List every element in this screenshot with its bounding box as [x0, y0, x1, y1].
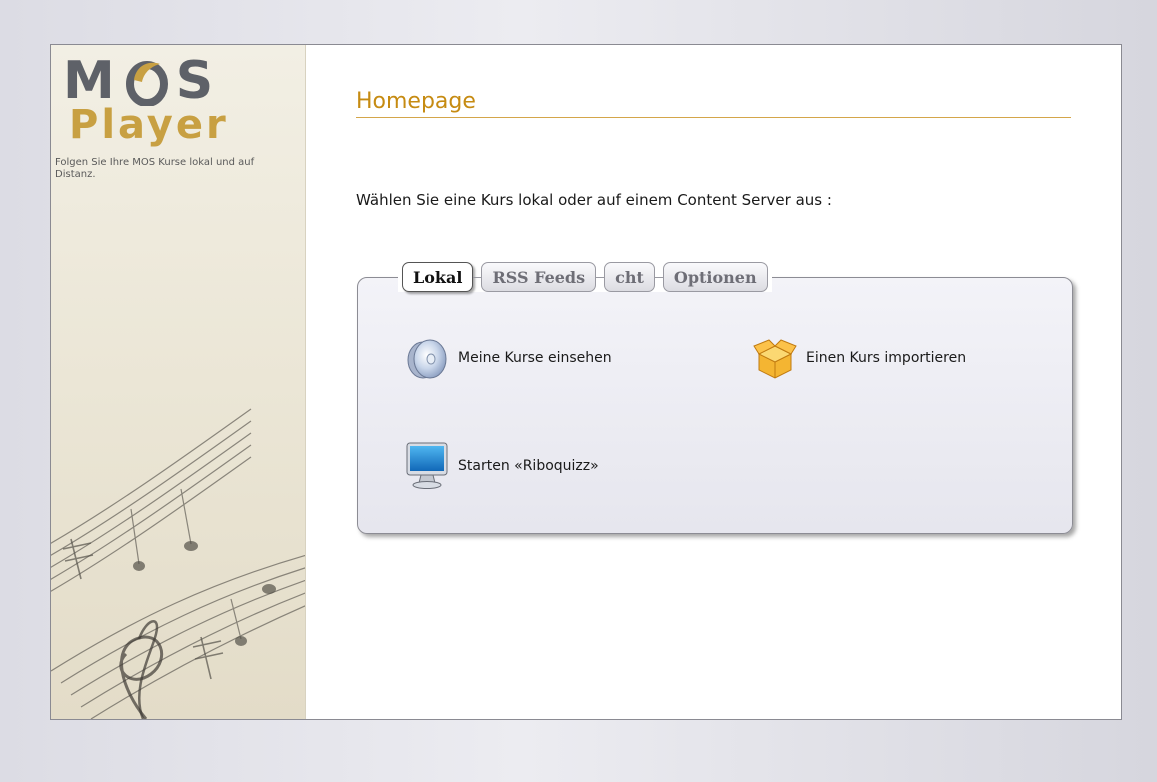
- tab-optionen[interactable]: Optionen: [662, 262, 768, 292]
- logo-letter-s: S: [175, 51, 217, 111]
- tab-rss-feeds[interactable]: RSS Feeds: [481, 262, 597, 292]
- start-quiz-action[interactable]: Starten «Riboquizz»: [402, 441, 599, 491]
- logo-wordmark-mos: M S: [63, 53, 229, 109]
- view-courses-action[interactable]: Meine Kurse einsehen: [402, 333, 612, 383]
- cd-discs-icon: [402, 333, 452, 383]
- tab-separator: [654, 276, 663, 278]
- tagline: Folgen Sie Ihre MOS Kurse lokal und auf …: [55, 157, 255, 180]
- tab-lokal[interactable]: Lokal: [402, 262, 474, 292]
- app-window: M S Player Folgen Sie Ihre MOS Kurse lok…: [50, 44, 1122, 720]
- tab-bar: Lokal RSS Feeds cht Optionen: [398, 262, 772, 292]
- open-box-icon: [750, 333, 800, 383]
- view-courses-label: Meine Kurse einsehen: [458, 350, 612, 366]
- intro-text: Wählen Sie eine Kurs lokal oder auf eine…: [356, 191, 832, 209]
- start-quiz-label: Starten «Riboquizz»: [458, 458, 599, 474]
- page-title: Homepage: [356, 89, 1071, 118]
- tab-cht[interactable]: cht: [604, 262, 655, 292]
- import-course-action[interactable]: Einen Kurs importieren: [750, 333, 966, 383]
- logo-wordmark-player: Player: [69, 102, 229, 148]
- logo-letter-m: M: [63, 51, 118, 111]
- tab-separator: [473, 276, 482, 278]
- sheet-music-decoration: [51, 408, 305, 719]
- monitor-icon: [402, 441, 452, 491]
- tab-separator: [596, 276, 605, 278]
- logo-o-mark: [124, 58, 170, 107]
- sidebar: M S Player Folgen Sie Ihre MOS Kurse lok…: [51, 45, 306, 719]
- import-course-label: Einen Kurs importieren: [806, 350, 967, 366]
- mos-player-logo: M S Player: [63, 53, 229, 145]
- course-panel: Meine Kurse einsehen Einen Kurs importie…: [357, 277, 1073, 534]
- main-content: Homepage Wählen Sie eine Kurs lokal oder…: [306, 45, 1121, 719]
